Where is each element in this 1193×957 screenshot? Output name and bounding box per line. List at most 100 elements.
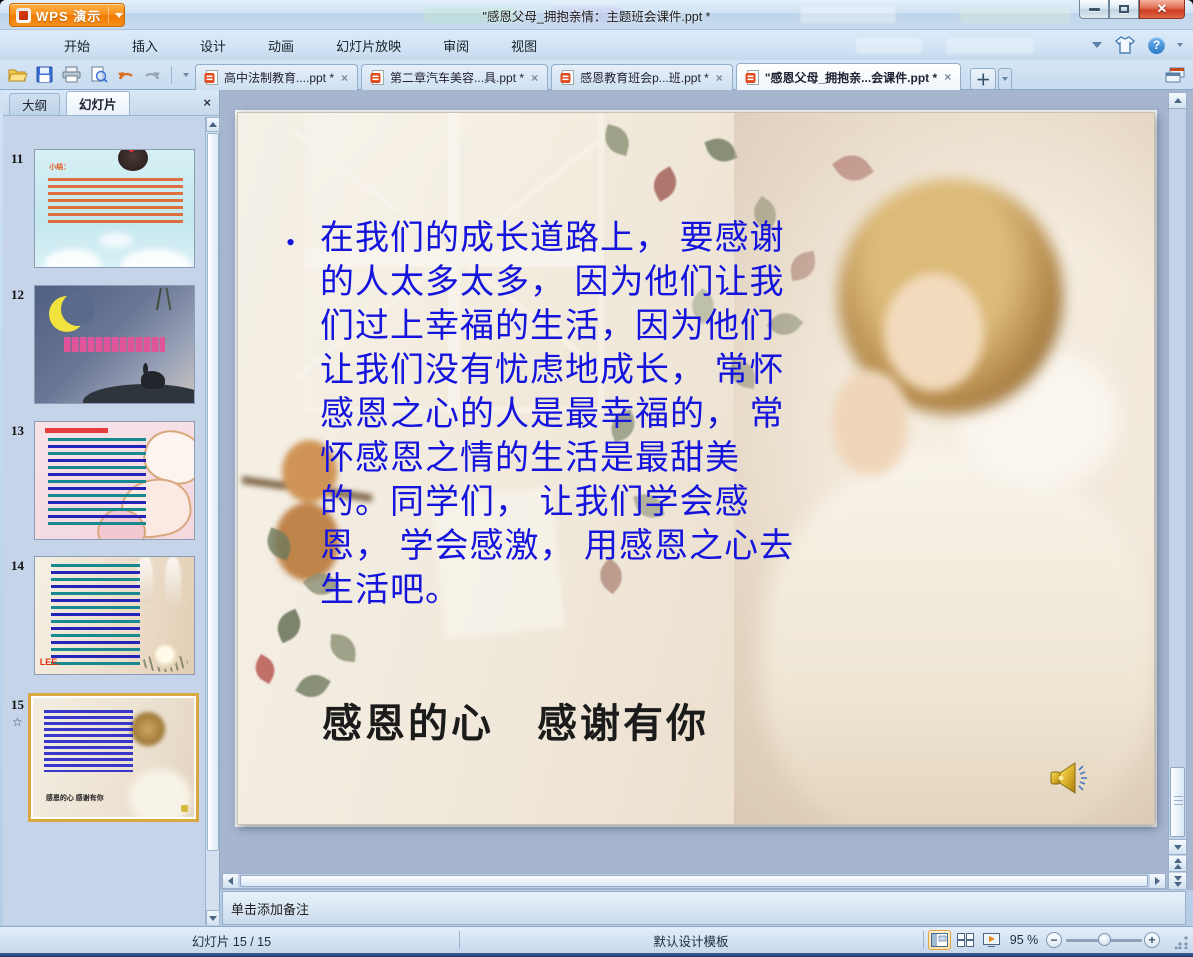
minimize-button[interactable]: [1079, 0, 1109, 19]
thumbnail-text-lines: [47, 178, 183, 223]
slides-panel: 大纲 幻灯片 × 11 小结： 12 13 14 LEE. 15 ☆ 感恩的心 …: [3, 90, 220, 925]
branch-art: [134, 288, 194, 310]
slide-body-textbox[interactable]: • 在我们的成长道路上， 要感谢的人太多太多， 因为他们让我们过上幸福的生活，因…: [286, 217, 806, 613]
menu-bar: 开始 插入 设计 动画 幻灯片放映 审阅 视图 ?: [0, 30, 1193, 60]
thumbnail-text-lines: [63, 337, 166, 352]
slide-canvas[interactable]: • 在我们的成长道路上， 要感谢的人太多太多， 因为他们让我们过上幸福的生活，因…: [237, 112, 1155, 825]
scroll-up-button[interactable]: [1169, 93, 1186, 109]
notes-pane[interactable]: 单击添加备注: [222, 891, 1186, 925]
thumbnail-mini-title: 感恩的心 感谢有你: [45, 793, 104, 802]
panel-close-icon[interactable]: ×: [203, 95, 211, 110]
maximize-button[interactable]: [1109, 0, 1139, 19]
tab-close-icon[interactable]: ×: [340, 71, 349, 85]
document-tab[interactable]: 感恩教育班会p...班.ppt * ×: [551, 64, 733, 90]
print-preview-icon[interactable]: [87, 63, 110, 86]
menu-tab-view[interactable]: 视图: [511, 36, 537, 55]
next-slide-button[interactable]: [1169, 873, 1186, 889]
horizontal-scrollbar[interactable]: [222, 873, 1166, 889]
zoom-slider-thumb[interactable]: [1098, 933, 1111, 946]
help-icon[interactable]: ?: [1148, 36, 1165, 54]
menu-tab-design[interactable]: 设计: [200, 36, 226, 55]
document-tab-label: 高中法制教育....ppt *: [224, 71, 335, 85]
menu-tab-home[interactable]: 开始: [64, 36, 90, 55]
watermark-text: LEE.: [39, 656, 60, 667]
document-tab-active[interactable]: "感恩父母_拥抱亲...会课件.ppt * ×: [735, 63, 962, 90]
slide-title-textbox[interactable]: 感恩的心 感谢有你: [322, 691, 709, 749]
slide-thumbnail-13[interactable]: [34, 421, 195, 540]
menu-tab-animation[interactable]: 动画: [268, 36, 294, 55]
thumbnail-caption: 小结：: [49, 163, 71, 171]
save-icon[interactable]: [33, 63, 56, 86]
audio-speaker-icon[interactable]: [1048, 760, 1092, 796]
toolbar-separator: [171, 65, 172, 84]
document-tab[interactable]: 第二章汽车美容...具.ppt * ×: [361, 64, 549, 90]
new-tab-button[interactable]: ＋: [970, 68, 997, 90]
tab-close-icon[interactable]: ×: [530, 71, 539, 85]
scroll-down-button[interactable]: [1169, 839, 1186, 855]
rabbit-art: [141, 362, 166, 389]
tab-slides[interactable]: 幻灯片: [66, 91, 130, 115]
vertical-scrollbar[interactable]: [1168, 92, 1187, 889]
arrange-windows-icon[interactable]: [1165, 67, 1185, 83]
resize-grip[interactable]: [1175, 935, 1189, 949]
document-tabs: 高中法制教育....ppt * × 第二章汽车美容...具.ppt * × 感恩…: [195, 63, 1013, 90]
girl-dress-art: [762, 448, 1152, 824]
open-file-icon[interactable]: [6, 63, 29, 86]
animation-star-icon: ☆: [12, 715, 23, 729]
wps-presentation-window: WPS 演示 "感恩父母_拥抱亲情：主题班会课件.ppt * ✕ 开始 插入 设…: [0, 0, 1193, 957]
skin-shirt-icon[interactable]: [1114, 35, 1136, 55]
panel-scrollbar[interactable]: [205, 117, 220, 925]
new-tab-dropdown[interactable]: [998, 68, 1013, 90]
menu-tab-slideshow[interactable]: 幻灯片放映: [336, 36, 401, 55]
horizontal-scroll-thumb[interactable]: [240, 875, 1148, 887]
thumbnail-art: 感恩的心 感谢有你: [33, 698, 194, 817]
tab-outline[interactable]: 大纲: [9, 93, 61, 115]
window-title: "感恩父母_拥抱亲情：主题班会课件.ppt *: [482, 10, 711, 24]
collapse-ribbon-icon[interactable]: [1092, 42, 1102, 48]
print-icon[interactable]: [60, 63, 83, 86]
moon-art: [49, 292, 95, 332]
previous-slide-button[interactable]: [1169, 856, 1186, 872]
scroll-left-button[interactable]: [223, 874, 238, 888]
ppt-file-icon: [370, 70, 385, 85]
menu-tab-review[interactable]: 审阅: [443, 36, 469, 55]
panel-scroll-down[interactable]: [206, 910, 220, 925]
maximize-icon: [1119, 5, 1129, 13]
title-bar: WPS 演示 "感恩父母_拥抱亲情：主题班会课件.ppt * ✕: [0, 0, 1193, 30]
slide-thumbnail-12[interactable]: [34, 285, 195, 404]
template-name: 默认设计模板: [653, 934, 729, 949]
document-tab[interactable]: 高中法制教育....ppt * ×: [195, 64, 359, 90]
redo-icon[interactable]: [141, 63, 164, 86]
zoom-out-button[interactable]: −: [1046, 932, 1062, 948]
slide-indicator: 幻灯片 15 / 15: [191, 934, 272, 949]
close-button[interactable]: ✕: [1139, 0, 1185, 19]
slide-thumbnail-11[interactable]: 小结：: [34, 149, 195, 268]
girl-hands-art: [832, 371, 908, 475]
slide-thumbnail-15-selected[interactable]: 感恩的心 感谢有你: [28, 693, 199, 822]
slide-body-text: 在我们的成长道路上， 要感谢的人太多太多， 因为他们让我们过上幸福的生活，因为他…: [320, 220, 794, 609]
wine-glass-art: [165, 557, 182, 611]
ivy-leaf-art: [601, 124, 633, 156]
panel-scroll-thumb[interactable]: [207, 133, 219, 851]
doll-image: [117, 150, 148, 172]
thumbnail-art: LEE.: [35, 557, 194, 674]
help-dropdown-icon[interactable]: [1177, 43, 1183, 47]
ghost-window-artifact: [856, 38, 922, 54]
vertical-scroll-thumb[interactable]: [1170, 767, 1185, 837]
speaker-dot-art: [180, 805, 188, 813]
undo-icon[interactable]: [114, 63, 137, 86]
panel-scroll-up[interactable]: [206, 117, 220, 132]
zoom-in-button[interactable]: +: [1144, 932, 1160, 948]
tab-close-icon[interactable]: ×: [943, 70, 952, 84]
tab-close-icon[interactable]: ×: [715, 71, 724, 85]
scroll-right-button[interactable]: [1150, 874, 1165, 888]
qat-customize-icon[interactable]: [179, 63, 193, 86]
ivy-leaf-art: [271, 608, 307, 644]
cloud-art: [44, 248, 101, 267]
slide-thumbnail-14[interactable]: LEE.: [34, 556, 195, 675]
slide-sorter-view-button[interactable]: [954, 930, 977, 950]
slideshow-button[interactable]: [980, 930, 1003, 950]
menu-tab-insert[interactable]: 插入: [132, 36, 158, 55]
thumbnail-text-lines: [50, 564, 140, 665]
normal-view-button[interactable]: [928, 930, 951, 950]
